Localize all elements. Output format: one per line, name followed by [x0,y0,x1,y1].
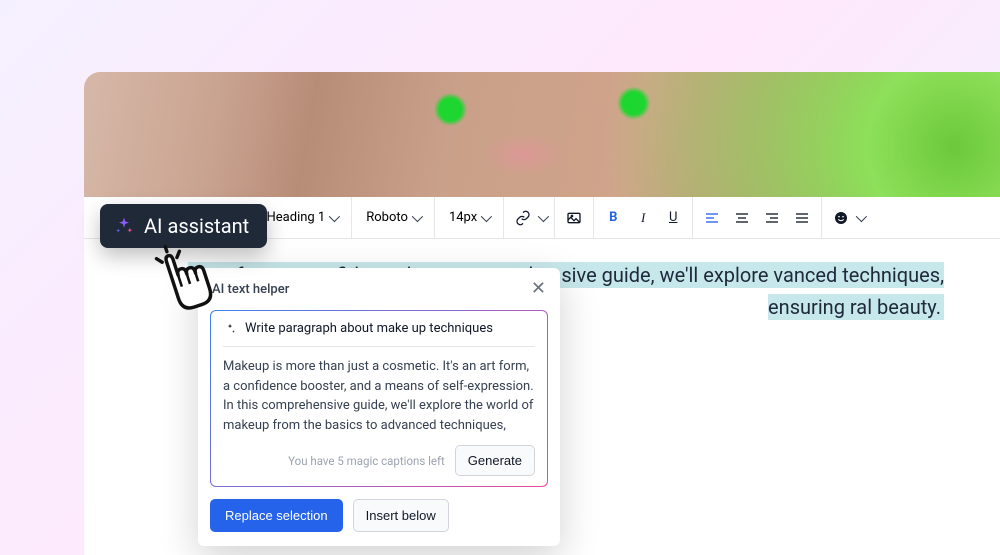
align-justify-button[interactable] [787,203,817,233]
popup-header: AI text helper ✕ [198,268,560,306]
chevron-down-icon [538,210,549,221]
emoji-button[interactable] [826,203,856,233]
style-group: B I U [594,197,693,238]
size-select[interactable]: 14px [443,210,495,225]
align-group [693,197,822,238]
popup-actions: Replace selection Insert below [198,495,560,546]
replace-selection-button[interactable]: Replace selection [210,499,343,532]
link-button[interactable] [508,203,538,233]
heading-select[interactable]: Heading 1 [261,210,344,225]
image-button[interactable] [559,203,589,233]
prompt-container: Write paragraph about make up techniques… [210,310,548,487]
font-label: Roboto [366,210,408,225]
prompt-text: Write paragraph about make up techniques [245,321,493,336]
sparkle-icon [114,216,134,236]
chevron-down-icon [856,210,867,221]
align-center-button[interactable] [727,203,757,233]
cover-image [84,72,1000,197]
font-group: Roboto [352,197,435,238]
sparkle-icon [223,322,237,336]
pointer-cursor-icon [140,236,226,322]
font-select[interactable]: Roboto [360,210,426,225]
generate-button[interactable]: Generate [455,445,535,476]
bold-button[interactable]: B [598,203,628,233]
align-left-button[interactable] [697,203,727,233]
align-right-button[interactable] [757,203,787,233]
chevron-down-icon [481,210,492,221]
ai-helper-popup: AI text helper ✕ Write paragraph about m… [198,268,560,546]
emoji-group [822,197,868,238]
link-group [504,197,555,238]
size-group: 14px [435,197,504,238]
italic-button[interactable]: I [628,203,658,233]
close-button[interactable]: ✕ [531,280,546,298]
underline-button[interactable]: U [658,203,688,233]
ai-assistant-label: AI assistant [144,214,249,238]
insert-below-button[interactable]: Insert below [353,499,449,532]
size-label: 14px [449,210,477,225]
image-group [555,197,594,238]
generated-text: Makeup is more than just a cosmetic. It'… [223,347,535,441]
heading-label: Heading 1 [267,210,326,225]
generate-footer: You have 5 magic captions left Generate [223,445,535,476]
captions-hint: You have 5 magic captions left [288,454,445,468]
prompt-input-row[interactable]: Write paragraph about make up techniques [223,321,535,347]
chevron-down-icon [412,210,423,221]
chevron-down-icon [329,210,340,221]
